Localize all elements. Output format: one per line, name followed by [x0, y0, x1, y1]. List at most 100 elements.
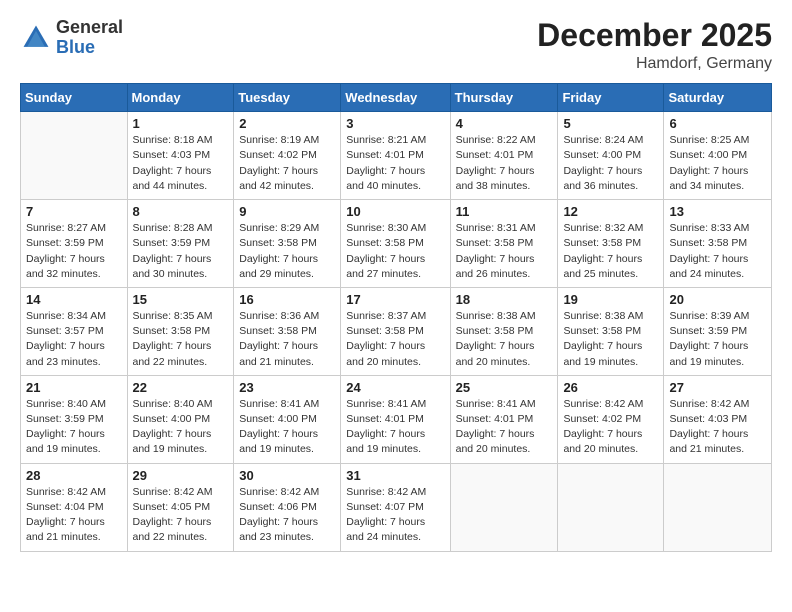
calendar-cell: 21 Sunrise: 8:40 AMSunset: 3:59 PMDayligh… — [21, 375, 128, 463]
calendar-header-wednesday: Wednesday — [341, 84, 450, 112]
day-number: 31 — [346, 468, 444, 483]
calendar-cell: 18 Sunrise: 8:38 AMSunset: 3:58 PMDayligh… — [450, 287, 558, 375]
day-number: 6 — [669, 116, 766, 131]
calendar-cell: 12 Sunrise: 8:32 AMSunset: 3:58 PMDayligh… — [558, 200, 664, 288]
calendar-header-row: SundayMondayTuesdayWednesdayThursdayFrid… — [21, 84, 772, 112]
day-info: Sunrise: 8:30 AMSunset: 3:58 PMDaylight:… — [346, 221, 444, 282]
calendar-header-monday: Monday — [127, 84, 234, 112]
day-number: 17 — [346, 292, 444, 307]
day-number: 30 — [239, 468, 335, 483]
day-info: Sunrise: 8:38 AMSunset: 3:58 PMDaylight:… — [563, 309, 658, 370]
calendar-cell: 3Sunrise: 8:21 AMSunset: 4:01 PMDaylight… — [341, 112, 450, 200]
calendar-cell: 30 Sunrise: 8:42 AMSunset: 4:06 PMDayligh… — [234, 463, 341, 551]
day-number: 18 — [456, 292, 553, 307]
calendar-table: SundayMondayTuesdayWednesdayThursdayFrid… — [20, 83, 772, 551]
day-number: 27 — [669, 380, 766, 395]
calendar-cell: 29 Sunrise: 8:42 AMSunset: 4:05 PMDayligh… — [127, 463, 234, 551]
day-number: 15 — [133, 292, 229, 307]
calendar-cell: 31Sunrise: 8:42 AMSunset: 4:07 PMDayligh… — [341, 463, 450, 551]
day-info: Sunrise: 8:18 AMSunset: 4:03 PMDaylight:… — [133, 133, 229, 194]
day-info: Sunrise: 8:42 AMSunset: 4:05 PMDaylight:… — [133, 485, 229, 546]
day-info: Sunrise: 8:41 AMSunset: 4:01 PMDaylight:… — [456, 397, 553, 458]
day-number: 16 — [239, 292, 335, 307]
calendar-header-saturday: Saturday — [664, 84, 772, 112]
calendar-cell: 27 Sunrise: 8:42 AMSunset: 4:03 PMDayligh… — [664, 375, 772, 463]
calendar-cell: 9 Sunrise: 8:29 AMSunset: 3:58 PMDaylight… — [234, 200, 341, 288]
day-number: 8 — [133, 204, 229, 219]
calendar-week-row: 28 Sunrise: 8:42 AMSunset: 4:04 PMDayligh… — [21, 463, 772, 551]
day-info: Sunrise: 8:28 AMSunset: 3:59 PMDaylight:… — [133, 221, 229, 282]
day-info: Sunrise: 8:42 AMSunset: 4:03 PMDaylight:… — [669, 397, 766, 458]
calendar-week-row: 21 Sunrise: 8:40 AMSunset: 3:59 PMDayligh… — [21, 375, 772, 463]
calendar-week-row: 14 Sunrise: 8:34 AMSunset: 3:57 PMDayligh… — [21, 287, 772, 375]
day-info: Sunrise: 8:33 AMSunset: 3:58 PMDaylight:… — [669, 221, 766, 282]
calendar-cell — [21, 112, 128, 200]
day-number: 20 — [669, 292, 766, 307]
day-info: Sunrise: 8:29 AMSunset: 3:58 PMDaylight:… — [239, 221, 335, 282]
day-number: 2 — [239, 116, 335, 131]
day-number: 12 — [563, 204, 658, 219]
title-area: December 2025 Hamdorf, Germany — [537, 18, 772, 73]
day-number: 1 — [133, 116, 229, 131]
calendar-cell: 8 Sunrise: 8:28 AMSunset: 3:59 PMDaylight… — [127, 200, 234, 288]
day-info: Sunrise: 8:42 AMSunset: 4:06 PMDaylight:… — [239, 485, 335, 546]
calendar-header-friday: Friday — [558, 84, 664, 112]
calendar-cell: 20Sunrise: 8:39 AMSunset: 3:59 PMDayligh… — [664, 287, 772, 375]
day-number: 26 — [563, 380, 658, 395]
calendar-header-thursday: Thursday — [450, 84, 558, 112]
calendar-cell: 7 Sunrise: 8:27 AMSunset: 3:59 PMDaylight… — [21, 200, 128, 288]
day-number: 23 — [239, 380, 335, 395]
day-number: 19 — [563, 292, 658, 307]
day-number: 25 — [456, 380, 553, 395]
logo: General Blue — [20, 18, 123, 58]
location-title: Hamdorf, Germany — [537, 55, 772, 73]
calendar-cell: 1 Sunrise: 8:18 AMSunset: 4:03 PMDaylight… — [127, 112, 234, 200]
calendar-cell: 13 Sunrise: 8:33 AMSunset: 3:58 PMDayligh… — [664, 200, 772, 288]
day-number: 4 — [456, 116, 553, 131]
calendar-cell: 15 Sunrise: 8:35 AMSunset: 3:58 PMDayligh… — [127, 287, 234, 375]
header: General Blue December 2025 Hamdorf, Germ… — [20, 18, 772, 73]
day-info: Sunrise: 8:40 AMSunset: 4:00 PMDaylight:… — [133, 397, 229, 458]
calendar-week-row: 7 Sunrise: 8:27 AMSunset: 3:59 PMDaylight… — [21, 200, 772, 288]
calendar-cell: 5Sunrise: 8:24 AMSunset: 4:00 PMDaylight… — [558, 112, 664, 200]
calendar-cell: 4 Sunrise: 8:22 AMSunset: 4:01 PMDaylight… — [450, 112, 558, 200]
calendar-header-tuesday: Tuesday — [234, 84, 341, 112]
day-info: Sunrise: 8:27 AMSunset: 3:59 PMDaylight:… — [26, 221, 122, 282]
logo-blue: Blue — [56, 38, 123, 58]
page: General Blue December 2025 Hamdorf, Germ… — [0, 0, 792, 612]
day-info: Sunrise: 8:34 AMSunset: 3:57 PMDaylight:… — [26, 309, 122, 370]
day-info: Sunrise: 8:35 AMSunset: 3:58 PMDaylight:… — [133, 309, 229, 370]
day-info: Sunrise: 8:36 AMSunset: 3:58 PMDaylight:… — [239, 309, 335, 370]
day-info: Sunrise: 8:41 AMSunset: 4:01 PMDaylight:… — [346, 397, 444, 458]
day-info: Sunrise: 8:25 AMSunset: 4:00 PMDaylight:… — [669, 133, 766, 194]
day-number: 13 — [669, 204, 766, 219]
calendar-cell: 10 Sunrise: 8:30 AMSunset: 3:58 PMDayligh… — [341, 200, 450, 288]
calendar-cell: 6 Sunrise: 8:25 AMSunset: 4:00 PMDaylight… — [664, 112, 772, 200]
day-info: Sunrise: 8:24 AMSunset: 4:00 PMDaylight:… — [563, 133, 658, 194]
month-title: December 2025 — [537, 18, 772, 53]
calendar-cell: 22 Sunrise: 8:40 AMSunset: 4:00 PMDayligh… — [127, 375, 234, 463]
day-number: 14 — [26, 292, 122, 307]
day-number: 3 — [346, 116, 444, 131]
day-number: 9 — [239, 204, 335, 219]
calendar-cell: 17Sunrise: 8:37 AMSunset: 3:58 PMDayligh… — [341, 287, 450, 375]
day-number: 28 — [26, 468, 122, 483]
day-number: 7 — [26, 204, 122, 219]
day-info: Sunrise: 8:41 AMSunset: 4:00 PMDaylight:… — [239, 397, 335, 458]
day-number: 11 — [456, 204, 553, 219]
day-info: Sunrise: 8:32 AMSunset: 3:58 PMDaylight:… — [563, 221, 658, 282]
day-number: 29 — [133, 468, 229, 483]
day-number: 21 — [26, 380, 122, 395]
calendar-cell: 19 Sunrise: 8:38 AMSunset: 3:58 PMDayligh… — [558, 287, 664, 375]
day-info: Sunrise: 8:38 AMSunset: 3:58 PMDaylight:… — [456, 309, 553, 370]
day-number: 22 — [133, 380, 229, 395]
calendar-cell: 16 Sunrise: 8:36 AMSunset: 3:58 PMDayligh… — [234, 287, 341, 375]
day-number: 24 — [346, 380, 444, 395]
calendar-cell: 26Sunrise: 8:42 AMSunset: 4:02 PMDayligh… — [558, 375, 664, 463]
day-info: Sunrise: 8:40 AMSunset: 3:59 PMDaylight:… — [26, 397, 122, 458]
day-info: Sunrise: 8:22 AMSunset: 4:01 PMDaylight:… — [456, 133, 553, 194]
day-number: 10 — [346, 204, 444, 219]
calendar-cell: 24 Sunrise: 8:41 AMSunset: 4:01 PMDayligh… — [341, 375, 450, 463]
day-info: Sunrise: 8:42 AMSunset: 4:04 PMDaylight:… — [26, 485, 122, 546]
calendar-cell — [664, 463, 772, 551]
